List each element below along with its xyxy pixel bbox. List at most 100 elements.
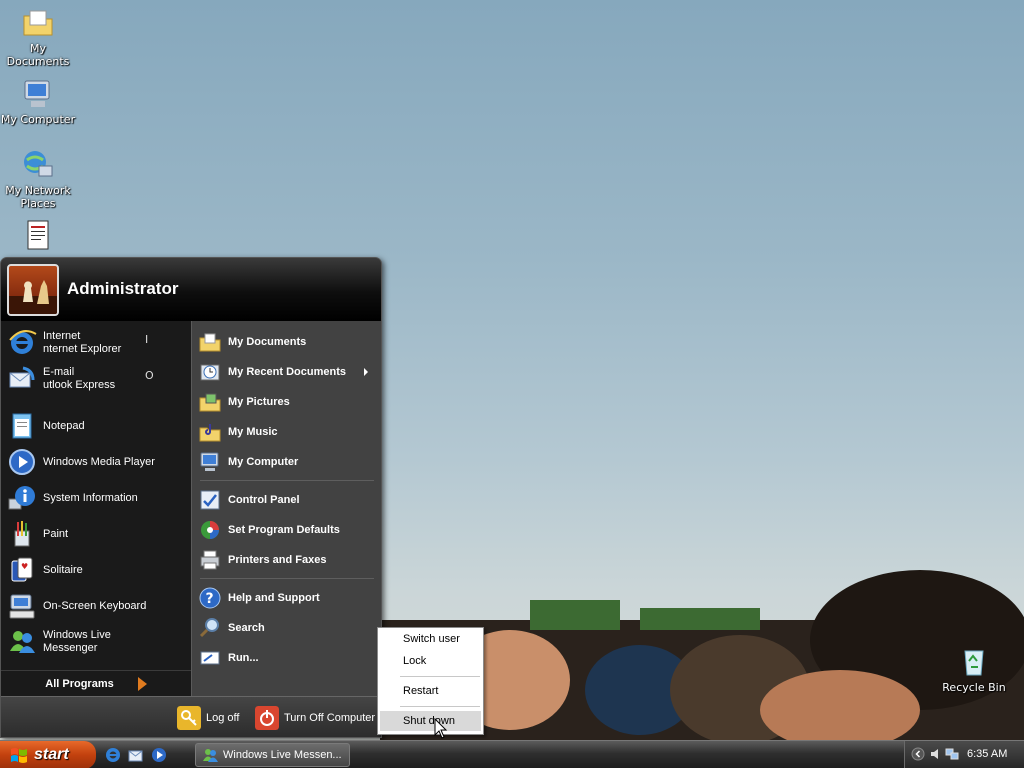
program-paint[interactable]: Paint bbox=[7, 517, 187, 551]
volume-icon[interactable] bbox=[929, 747, 943, 761]
place-label: Help and Support bbox=[228, 592, 320, 604]
place-my-recent-documents[interactable]: My Recent Documents bbox=[198, 358, 376, 386]
desktop-icon-document[interactable] bbox=[0, 219, 76, 255]
place-label: Run... bbox=[228, 652, 259, 664]
turn-off-computer-button[interactable]: Turn Off Computer bbox=[255, 705, 375, 731]
document-icon bbox=[27, 220, 49, 250]
program-notepad[interactable]: Notepad bbox=[7, 409, 187, 443]
menu-item-lock[interactable]: Lock bbox=[380, 651, 481, 671]
place-label: Search bbox=[228, 622, 265, 634]
computer-icon bbox=[24, 80, 50, 107]
start-button[interactable]: start bbox=[0, 741, 96, 768]
menu-item-shut-down[interactable]: Shut down bbox=[380, 711, 481, 731]
place-label: Set Program Defaults bbox=[228, 524, 340, 536]
paint-icon bbox=[14, 521, 30, 547]
program-windows-media-player[interactable]: Windows Media Player bbox=[7, 445, 187, 479]
taskbar-button-label: Windows Live Messen... bbox=[223, 749, 342, 761]
computer-icon bbox=[200, 452, 219, 471]
all-programs-button[interactable]: All Programs bbox=[1, 670, 191, 696]
place-my-documents[interactable]: My Documents bbox=[198, 328, 376, 356]
run-icon bbox=[200, 651, 220, 665]
place-label: Printers and Faxes bbox=[228, 554, 327, 566]
folder-pictures-icon bbox=[199, 393, 221, 412]
desktop-icon-label: My Network Places bbox=[5, 184, 71, 210]
notepad-icon bbox=[12, 413, 32, 439]
program-solitaire[interactable]: ♥ Solitaire bbox=[7, 553, 187, 587]
place-control-panel[interactable]: Control Panel bbox=[198, 486, 376, 514]
turn-off-label: Turn Off Computer bbox=[284, 712, 376, 724]
place-printers-and-faxes[interactable]: Printers and Faxes bbox=[198, 546, 376, 574]
program-on-screen-keyboard[interactable]: On-Screen Keyboard bbox=[7, 589, 187, 623]
place-my-pictures[interactable]: My Pictures bbox=[198, 388, 376, 416]
start-menu-footer: Log off Turn Off Computer bbox=[1, 696, 381, 737]
places-pane: My Documents My Recent Documents My Pict… bbox=[191, 321, 381, 696]
place-label: My Pictures bbox=[228, 396, 290, 408]
place-search[interactable]: Search bbox=[198, 614, 376, 642]
system-tray: 6:35 AM bbox=[904, 741, 1024, 768]
program-windows-live-messenger[interactable]: Windows Live Messenger bbox=[7, 625, 187, 659]
program-hotkey: O bbox=[145, 369, 154, 382]
desktop-icon-my-documents[interactable]: My Documents bbox=[0, 6, 76, 68]
all-programs-label: All Programs bbox=[45, 677, 114, 690]
menu-item-restart[interactable]: Restart bbox=[380, 681, 481, 701]
desktop-icon-label: My Documents bbox=[6, 42, 70, 68]
submenu-arrow-icon bbox=[364, 368, 368, 376]
desktop-icon-label: My Computer bbox=[0, 113, 76, 126]
menu-separator bbox=[400, 676, 480, 677]
program-label: Windows Live Messenger bbox=[43, 629, 111, 654]
log-off-label: Log off bbox=[206, 712, 240, 724]
place-help-and-support[interactable]: ? Help and Support bbox=[198, 584, 376, 612]
place-set-program-defaults[interactable]: Set Program Defaults bbox=[198, 516, 376, 544]
place-run[interactable]: Run... bbox=[198, 644, 376, 672]
key-icon bbox=[177, 706, 201, 730]
solitaire-icon: ♥ bbox=[11, 557, 33, 582]
internet-explorer-icon[interactable] bbox=[104, 746, 122, 764]
avatar[interactable] bbox=[7, 264, 59, 316]
place-label: My Documents bbox=[228, 336, 307, 348]
program-label: On-Screen Keyboard bbox=[43, 599, 147, 612]
chevron-left-icon[interactable] bbox=[911, 747, 925, 761]
place-my-computer[interactable]: My Computer bbox=[198, 448, 376, 476]
place-my-music[interactable]: My Music bbox=[198, 418, 376, 446]
program-label: Paint bbox=[43, 527, 69, 540]
network-icon[interactable] bbox=[945, 747, 959, 761]
shutdown-context-menu: Switch user Lock Restart Shut down bbox=[377, 627, 484, 735]
help-icon: ? bbox=[199, 587, 221, 609]
desktop-icon-recycle-bin[interactable]: Recycle Bin bbox=[936, 645, 1012, 694]
outlook-express-icon[interactable] bbox=[127, 746, 145, 764]
windows-logo-icon bbox=[11, 748, 27, 763]
search-icon bbox=[199, 618, 219, 638]
place-label: Control Panel bbox=[228, 494, 300, 506]
folder-music-icon bbox=[199, 424, 221, 442]
program-hotkey: I bbox=[145, 333, 149, 346]
internet-explorer-icon bbox=[9, 330, 37, 354]
program-internet-explorer[interactable]: Internet nternet Explorer I bbox=[7, 326, 187, 360]
control-panel-icon bbox=[200, 490, 220, 510]
program-defaults-icon bbox=[201, 521, 219, 539]
program-label: Notepad bbox=[43, 419, 85, 432]
system-information-icon bbox=[8, 486, 35, 510]
media-player-icon[interactable] bbox=[150, 746, 168, 764]
place-label: My Computer bbox=[228, 456, 299, 468]
taskbar-button-windows-live-messenger[interactable]: Windows Live Messen... bbox=[195, 743, 350, 767]
desktop-icon-my-network-places[interactable]: My Network Places bbox=[0, 148, 76, 210]
start-label: start bbox=[34, 746, 69, 763]
chess-pieces-icon bbox=[9, 280, 57, 314]
menu-separator bbox=[400, 706, 480, 707]
clock: 6:35 AM bbox=[967, 748, 1008, 760]
recent-documents-icon bbox=[200, 364, 220, 381]
log-off-button[interactable]: Log off bbox=[177, 705, 239, 731]
messenger-icon bbox=[10, 631, 35, 653]
program-outlook-express[interactable]: E-mail utlook Express O bbox=[7, 362, 187, 396]
program-system-information[interactable]: System Information bbox=[7, 481, 187, 515]
messenger-icon bbox=[203, 749, 218, 762]
recycle-bin-icon bbox=[964, 650, 984, 676]
network-places-icon bbox=[24, 151, 53, 177]
program-label: Solitaire bbox=[43, 563, 83, 576]
taskbar: start Windows Live Messen... 6:35 AM bbox=[0, 740, 1024, 768]
menu-item-switch-user[interactable]: Switch user bbox=[380, 629, 481, 649]
printer-icon bbox=[200, 550, 220, 570]
keyboard-icon bbox=[9, 594, 35, 619]
outlook-express-icon bbox=[9, 366, 35, 388]
desktop-icon-my-computer[interactable]: My Computer bbox=[0, 77, 76, 126]
